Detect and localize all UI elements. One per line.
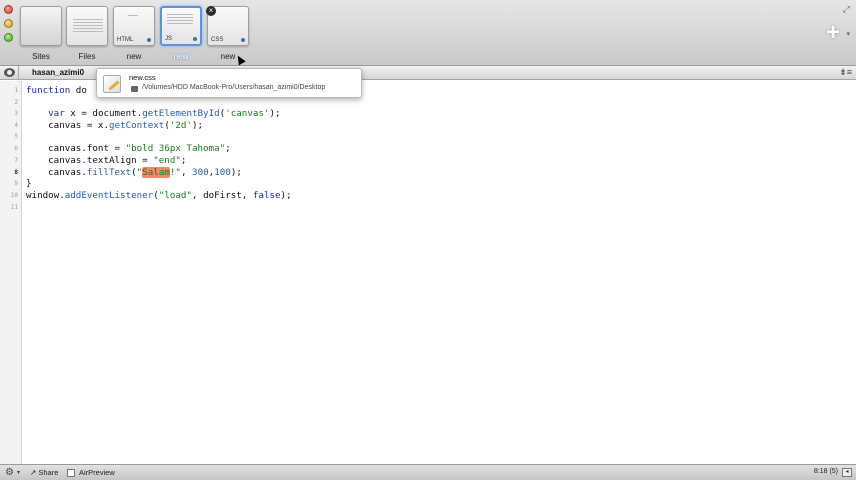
line-number: 2	[14, 99, 18, 106]
line-number-gutter: 1 2 3 4 5 6 7 8 9 10 11	[0, 81, 22, 464]
tab-new-js[interactable]: JS new	[160, 6, 202, 62]
airpreview-label: AirPreview	[79, 468, 115, 477]
line-number: 6	[14, 145, 18, 152]
line-number: 1	[14, 87, 18, 94]
fullscreen-icon[interactable]: ⤢	[843, 4, 850, 15]
minimize-window-button[interactable]	[4, 19, 13, 28]
line-number: 5	[14, 133, 18, 140]
css-file-icon	[103, 75, 121, 93]
unsaved-dot-icon	[193, 37, 197, 41]
code-line: window.addEventListener("load", doFirst,…	[26, 190, 292, 201]
gear-icon[interactable]: ⚙	[5, 467, 14, 478]
close-tab-icon[interactable]: ×	[206, 6, 216, 16]
line-number: 4	[14, 122, 18, 129]
js-thumbnail: JS	[160, 6, 202, 46]
status-bar: ⚙ ▾ ↗ Share AirPreview 8:18 (5) ◂	[0, 464, 856, 480]
sites-thumbnail	[20, 6, 62, 46]
tab-label: new	[220, 52, 236, 61]
files-thumbnail	[66, 6, 108, 46]
divider	[18, 66, 19, 80]
line-number: 8	[14, 169, 18, 176]
html-preview-icon	[128, 15, 138, 18]
unsaved-dot-icon	[241, 38, 245, 42]
site-breadcrumb[interactable]: hasan_azimi0	[32, 68, 84, 77]
close-window-button[interactable]	[4, 5, 13, 14]
zoom-window-button[interactable]	[4, 33, 13, 42]
navigator-icon[interactable]	[4, 68, 15, 77]
cursor-position: 8:18 (5)	[813, 468, 838, 475]
file-type-tag: JS	[165, 36, 173, 42]
hard-disk-icon	[131, 86, 138, 92]
code-line: function do	[26, 85, 87, 96]
collapse-panel-icon[interactable]: ◂	[842, 468, 852, 477]
code-line: var x = document.getElementById('canvas'…	[48, 108, 281, 119]
code-line: canvas.fillText("Salam!", 300,100);	[26, 167, 242, 178]
file-path-tooltip: new.css /Volumes/HDD MacBook-Pro/Users/h…	[96, 68, 362, 98]
code-line: canvas = x.getContext('2d');	[26, 120, 204, 131]
code-line: }	[26, 178, 32, 189]
share-label: Share	[38, 468, 59, 477]
line-number: 7	[14, 157, 18, 164]
code-editor[interactable]: 1 2 3 4 5 6 7 8 9 10 11 function do var x = docume…	[0, 81, 856, 464]
add-document-button[interactable]: +	[826, 21, 840, 45]
chevron-down-icon[interactable]: ▾	[17, 469, 20, 476]
chevron-down-icon[interactable]: ▾	[846, 30, 850, 38]
airpreview-checkbox[interactable]	[67, 469, 75, 477]
code-line: canvas.textAlign = "end";	[26, 155, 187, 166]
symbols-menu-icon[interactable]: ⇟≡	[839, 67, 852, 78]
files-preview-icon	[73, 19, 103, 33]
share-button[interactable]: ↗ Share	[30, 468, 58, 477]
tab-new-html[interactable]: HTML new	[113, 6, 155, 62]
code-line: canvas.font = "bold 36px Tahoma";	[26, 143, 231, 154]
file-type-tag: CSS	[211, 37, 224, 43]
tooltip-file-name: new.css	[129, 73, 156, 82]
line-number: 9	[14, 180, 18, 187]
unsaved-dot-icon	[147, 38, 151, 42]
file-type-tag: HTML	[117, 37, 134, 43]
line-number: 3	[14, 110, 18, 117]
tab-files[interactable]: Files	[66, 6, 108, 62]
tooltip-file-path: /Volumes/HDD MacBook-Pro/Users/hasan_azi…	[142, 84, 326, 91]
html-thumbnail: HTML	[113, 6, 155, 46]
line-number: 11	[10, 204, 18, 211]
line-number: 10	[10, 192, 18, 199]
toolbar: Sites Files HTML new JS new CSS new × ⤢ …	[0, 0, 856, 66]
js-preview-icon	[167, 14, 193, 26]
